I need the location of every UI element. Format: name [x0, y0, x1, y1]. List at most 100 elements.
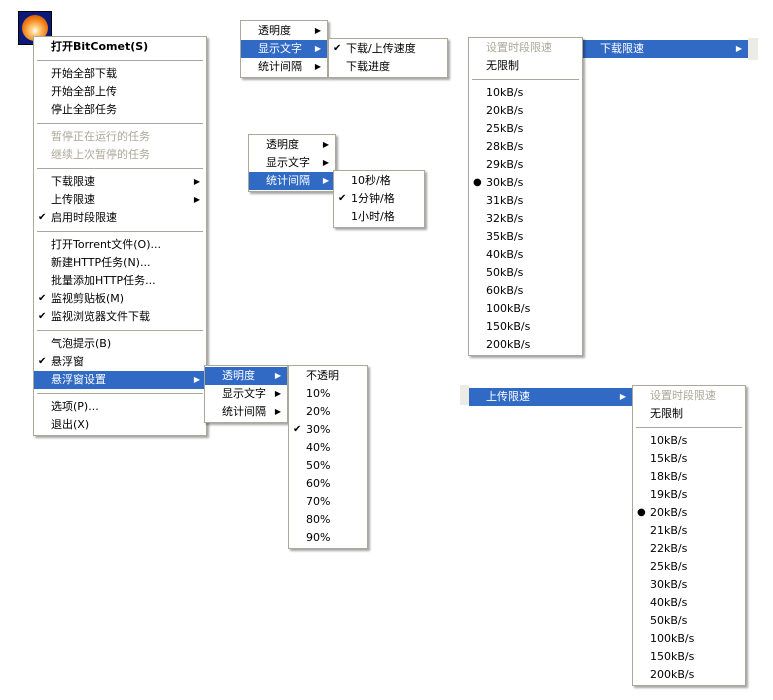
menu-item-label: 监视剪贴板(M) — [51, 292, 125, 305]
menu-separator — [34, 56, 206, 65]
menu-download-limit: 设置时段限速无限制 10kB/s 20kB/s 25kB/s 28kB/s 29kB/s ●… — [468, 37, 583, 356]
menu-item[interactable]: 10秒/格 — [334, 172, 424, 190]
menu-item[interactable]: 开始全部上传 — [34, 83, 206, 101]
menu-item[interactable]: 50% — [289, 457, 367, 475]
menu-item[interactable]: 打开Torrent文件(O)... — [34, 236, 206, 254]
menu-item[interactable]: 显示文字 ▶ — [205, 385, 287, 403]
menu-item[interactable]: 100kB/s — [633, 630, 745, 648]
menu-separator — [34, 164, 206, 173]
menu-item[interactable]: 40% — [289, 439, 367, 457]
radio-bullet-icon: ● — [637, 507, 646, 518]
menu-item-label: 31kB/s — [486, 194, 524, 207]
menu-item-label: 设置时段限速 — [486, 41, 552, 54]
menu-item[interactable]: 无限制 — [633, 405, 745, 423]
menu-item[interactable]: ✔ 悬浮窗 — [34, 353, 206, 371]
menu-item-label: 200kB/s — [650, 668, 695, 681]
menu-item[interactable]: ✔ 下载/上传速度 — [329, 40, 447, 58]
menu-item[interactable]: 30kB/s — [633, 576, 745, 594]
menu-item[interactable]: 选项(P)... — [34, 398, 206, 416]
menu-item-label: 10% — [306, 387, 331, 400]
menu-item[interactable]: 20kB/s — [469, 102, 582, 120]
menu-item-label: 显示文字 — [222, 387, 266, 400]
menu-item[interactable]: ✔ 30% — [289, 421, 367, 439]
menu-item[interactable]: 停止全部任务 — [34, 101, 206, 119]
menu-item-label: 60kB/s — [486, 284, 524, 297]
menu-item[interactable]: 35kB/s — [469, 228, 582, 246]
menu-item[interactable]: 80% — [289, 511, 367, 529]
menu-item[interactable]: 25kB/s — [633, 558, 745, 576]
menu-item[interactable]: 退出(X) — [34, 416, 206, 434]
menu-item-label: 透明度 — [266, 138, 299, 151]
menu-item[interactable]: 18kB/s — [633, 468, 745, 486]
menu-item-label: 20% — [306, 405, 331, 418]
menu-item[interactable]: 200kB/s — [469, 336, 582, 354]
submenu-arrow-icon: ▶ — [314, 44, 321, 53]
menu-item[interactable]: 60kB/s — [469, 282, 582, 300]
menu-item[interactable]: 28kB/s — [469, 138, 582, 156]
menu-item[interactable]: 新建HTTP任务(N)... — [34, 254, 206, 272]
menu-item[interactable]: 40kB/s — [633, 594, 745, 612]
menu-item[interactable]: 60% — [289, 475, 367, 493]
menu-edge — [460, 385, 469, 405]
menu-item[interactable]: ● 30kB/s — [469, 174, 582, 192]
menu-item[interactable]: 70% — [289, 493, 367, 511]
menu-item[interactable]: ● 20kB/s — [633, 504, 745, 522]
submenu-arrow-icon: ▶ — [619, 392, 626, 401]
menu-item[interactable]: 150kB/s — [469, 318, 582, 336]
menu-item[interactable]: 10kB/s — [633, 432, 745, 450]
menu-item[interactable]: 透明度 ▶ — [249, 136, 335, 154]
menu-item-label: 设置时段限速 — [650, 389, 716, 402]
menu-item[interactable]: 下载限速 ▶ — [34, 173, 206, 191]
menu-item[interactable]: 50kB/s — [469, 264, 582, 282]
menu-item[interactable]: ✔ 1分钟/格 — [334, 190, 424, 208]
menu-item-label: 新建HTTP任务(N)... — [51, 256, 151, 269]
menu-item[interactable]: 1小时/格 — [334, 208, 424, 226]
menu-item[interactable]: 统计间隔 ▶ — [249, 172, 335, 190]
menu-item[interactable]: 50kB/s — [633, 612, 745, 630]
menu-item-download-limit[interactable]: 下载限速 ▶ — [583, 40, 748, 58]
menu-item-upload-limit[interactable]: 上传限速 ▶ — [469, 388, 632, 406]
menu-item[interactable]: 显示文字 ▶ — [241, 40, 327, 58]
menu-item[interactable]: 不透明 — [289, 367, 367, 385]
menu-item[interactable]: 15kB/s — [633, 450, 745, 468]
menu-item[interactable]: 统计间隔 ▶ — [205, 403, 287, 421]
menu-item[interactable]: 20% — [289, 403, 367, 421]
menu-item[interactable]: 统计间隔 ▶ — [241, 58, 327, 76]
menu-item[interactable]: 上传限速 ▶ — [34, 191, 206, 209]
menu-item-label: 批量添加HTTP任务... — [51, 274, 156, 287]
menu-item-label: 开始全部下载 — [51, 67, 117, 80]
menu-item[interactable]: 29kB/s — [469, 156, 582, 174]
menu-item-label: 22kB/s — [650, 542, 688, 555]
menu-item[interactable]: 透明度 ▶ — [205, 367, 287, 385]
menu-item-label: 60% — [306, 477, 331, 490]
menu-item[interactable]: ✔ 监视浏览器文件下载 — [34, 308, 206, 326]
menu-item: 设置时段限速 — [633, 387, 745, 405]
menu-item[interactable]: 100kB/s — [469, 300, 582, 318]
menu-item[interactable]: 打开BitComet(S) — [34, 38, 206, 56]
menu-item[interactable]: 32kB/s — [469, 210, 582, 228]
menu-item[interactable]: 19kB/s — [633, 486, 745, 504]
menu-item[interactable]: 下载进度 — [329, 58, 447, 76]
menu-item[interactable]: 显示文字 ▶ — [249, 154, 335, 172]
menu-item[interactable]: 31kB/s — [469, 192, 582, 210]
menu-item[interactable]: ✔ 启用时段限速 — [34, 209, 206, 227]
menu-item[interactable]: 10kB/s — [469, 84, 582, 102]
menu-item[interactable]: 透明度 ▶ — [241, 22, 327, 40]
menu-item[interactable]: 气泡提示(B) — [34, 335, 206, 353]
menu-item[interactable]: ✔ 监视剪贴板(M) — [34, 290, 206, 308]
menu-item[interactable]: 开始全部下载 — [34, 65, 206, 83]
menu-item[interactable]: 25kB/s — [469, 120, 582, 138]
menu-item[interactable]: 150kB/s — [633, 648, 745, 666]
menu-item[interactable]: 悬浮窗设置 ▶ — [34, 371, 206, 389]
menu-item[interactable]: 10% — [289, 385, 367, 403]
menu-item[interactable]: 200kB/s — [633, 666, 745, 684]
menu-item-label: 显示文字 — [258, 42, 302, 55]
menu-item[interactable]: 40kB/s — [469, 246, 582, 264]
menu-item[interactable]: 无限制 — [469, 57, 582, 75]
menu-item[interactable]: 批量添加HTTP任务... — [34, 272, 206, 290]
submenu-arrow-icon: ▶ — [735, 44, 742, 53]
menu-item[interactable]: 21kB/s — [633, 522, 745, 540]
checkmark-icon: ✔ — [38, 356, 47, 367]
menu-item[interactable]: 22kB/s — [633, 540, 745, 558]
menu-item[interactable]: 90% — [289, 529, 367, 547]
